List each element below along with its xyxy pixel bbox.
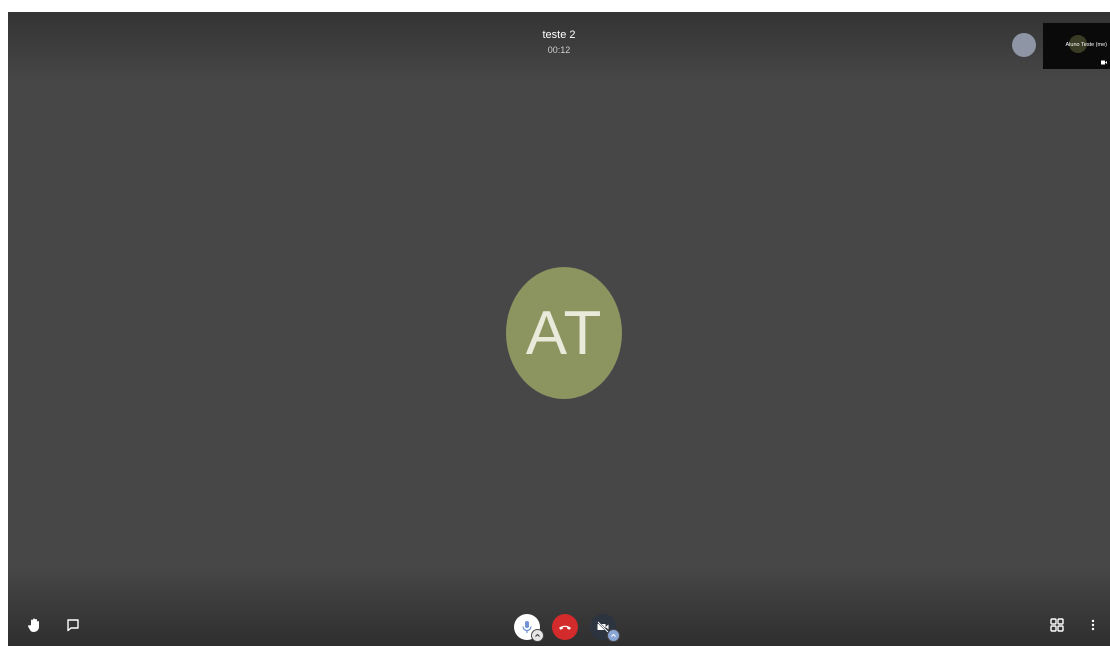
local-participant-name: Aluno Teste (me): [1065, 42, 1107, 48]
room-title: teste 2: [542, 29, 576, 41]
more-options-icon: [1091, 619, 1095, 631]
tile-view-icon: [1050, 618, 1064, 632]
hangup-button[interactable]: [552, 614, 578, 640]
call-timer: 00:12: [547, 45, 571, 55]
chat-button[interactable]: [62, 614, 84, 636]
raise-hand-button[interactable]: [24, 614, 46, 636]
audio-settings-chevron[interactable]: [531, 629, 544, 642]
avatar-initials: AT: [525, 298, 603, 368]
chat-icon: [67, 619, 79, 632]
conference-stage: teste 2 00:12 AT Aluno Teste (me): [8, 12, 1110, 646]
remote-participant-thumbnail[interactable]: [1012, 33, 1036, 57]
camera-button[interactable]: [590, 614, 620, 642]
raise-hand-icon: [28, 618, 39, 632]
hangup-icon: [559, 625, 571, 630]
toolbar-left: [24, 614, 84, 636]
video-settings-chevron[interactable]: [607, 629, 620, 642]
camera-icon: [1101, 60, 1107, 65]
main-participant-avatar: AT: [506, 267, 622, 399]
chevron-up-icon: [611, 633, 616, 637]
local-participant-thumbnail[interactable]: Aluno Teste (me): [1043, 23, 1110, 69]
microphone-button[interactable]: [514, 614, 544, 642]
toolbar-center: [514, 614, 620, 642]
conference-header: teste 2 00:12: [8, 28, 1110, 56]
chevron-up-icon: [535, 633, 540, 637]
tile-view-button[interactable]: [1046, 614, 1068, 636]
more-options-button[interactable]: [1082, 614, 1104, 636]
toolbar-right: [1046, 614, 1104, 636]
